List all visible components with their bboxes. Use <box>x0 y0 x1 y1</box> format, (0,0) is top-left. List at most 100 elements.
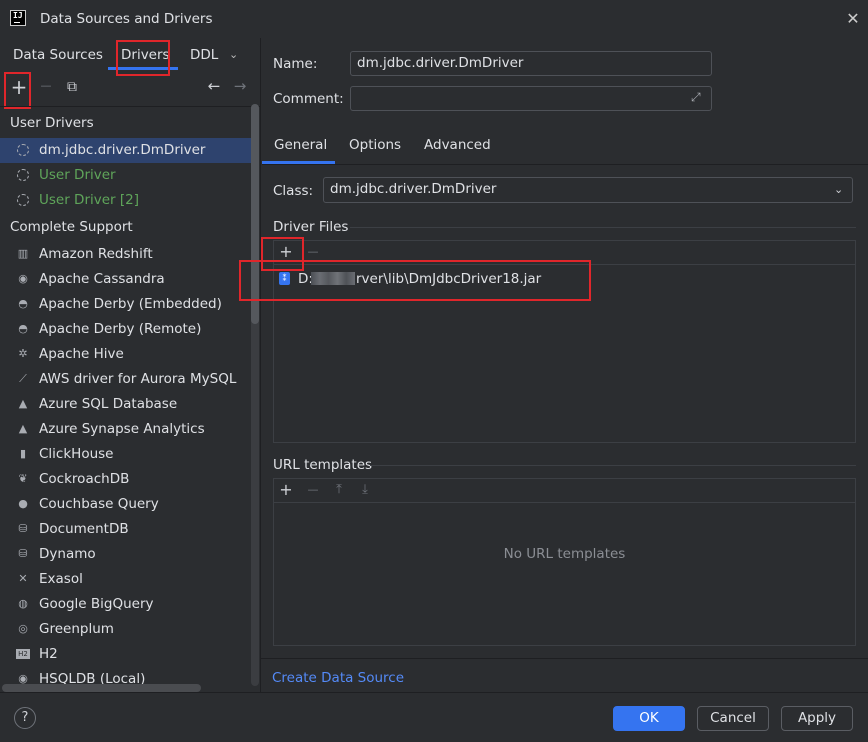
exasol-x-icon: ✕ <box>18 572 28 585</box>
driver-label: Couchbase Query <box>39 496 159 512</box>
tabs-divider <box>262 164 868 165</box>
tab-data-sources[interactable]: Data Sources <box>13 47 103 65</box>
driver-row[interactable]: ◓ Apache Derby (Embedded) <box>0 292 258 317</box>
create-data-source-link[interactable]: Create Data Source <box>272 670 404 686</box>
driver-row-dm-jdbc[interactable]: dm.jdbc.driver.DmDriver <box>0 138 258 163</box>
comment-field[interactable] <box>350 86 712 111</box>
app-logo-icon: IJ <box>10 10 26 26</box>
section-user-drivers: User Drivers <box>10 115 94 131</box>
window-title: Data Sources and Drivers <box>40 11 213 27</box>
panel-divider[interactable] <box>260 38 261 692</box>
section-divider <box>350 227 856 228</box>
chevron-down-icon[interactable]: ⌄ <box>229 48 238 61</box>
highlight-box-add-button <box>4 72 31 109</box>
driver-row[interactable]: ▮ ClickHouse <box>0 442 258 467</box>
driver-row[interactable]: ✕ Exasol <box>0 567 258 592</box>
cancel-button[interactable]: Cancel <box>697 706 769 731</box>
class-select[interactable]: dm.jdbc.driver.DmDriver <box>323 177 853 203</box>
driver-label: Apache Hive <box>39 346 124 362</box>
driver-row-user-driver[interactable]: User Driver <box>0 163 258 188</box>
derby-hat-icon: ◓ <box>18 322 28 335</box>
driver-row[interactable]: ● Couchbase Query <box>0 492 258 517</box>
add-url-template-button[interactable]: + <box>278 482 294 498</box>
cassandra-eye-icon: ◉ <box>18 272 28 285</box>
driver-row[interactable]: ◎ Greenplum <box>0 617 258 642</box>
user-driver-icon <box>17 144 29 156</box>
documentdb-cylinder-icon: ⛁ <box>18 522 28 535</box>
driver-row[interactable]: ▲ Azure SQL Database <box>0 392 258 417</box>
aurora-mysql-icon: ⟋ <box>19 372 27 385</box>
url-templates-empty-text: No URL templates <box>503 546 626 562</box>
azure-icon: ▲ <box>18 422 28 435</box>
move-down-icon[interactable]: ⤓ <box>357 482 373 498</box>
highlight-box-drivers-tab <box>116 40 170 76</box>
name-field[interactable]: dm.jdbc.driver.DmDriver <box>350 51 712 76</box>
driver-label: Greenplum <box>39 621 114 637</box>
driver-row[interactable]: ✲ Apache Hive <box>0 342 258 367</box>
copy-driver-button[interactable]: ⧉ <box>64 78 80 96</box>
driver-label: DocumentDB <box>39 521 129 537</box>
move-up-icon[interactable]: ⤒ <box>331 482 347 498</box>
redshift-icon: ▥ <box>17 247 29 260</box>
driver-row[interactable]: ▲ Azure Synapse Analytics <box>0 417 258 442</box>
comment-label: Comment: <box>273 91 344 107</box>
tab-advanced[interactable]: Advanced <box>424 137 491 153</box>
tab-ddl[interactable]: DDL <box>190 47 218 65</box>
user-driver-icon <box>17 169 29 181</box>
section-divider <box>370 465 856 466</box>
name-label: Name: <box>273 56 318 72</box>
driver-label: CockroachDB <box>39 471 130 487</box>
help-button[interactable]: ? <box>14 707 36 729</box>
driver-label: ClickHouse <box>39 446 114 462</box>
back-arrow-icon[interactable]: ← <box>205 77 223 95</box>
tab-options[interactable]: Options <box>349 137 401 153</box>
driver-label: dm.jdbc.driver.DmDriver <box>39 142 206 158</box>
driver-row[interactable]: ▥ Amazon Redshift <box>0 242 258 267</box>
dynamo-icon: ⛁ <box>18 547 28 560</box>
section-divider <box>261 658 868 659</box>
hive-bee-icon: ✲ <box>18 347 28 360</box>
chevron-down-icon[interactable]: ⌄ <box>834 183 843 196</box>
driver-label: Apache Cassandra <box>39 271 165 287</box>
derby-hat-icon: ◓ <box>18 297 28 310</box>
remove-driver-button[interactable]: — <box>38 77 54 95</box>
remove-url-template-button[interactable]: — <box>305 482 321 498</box>
class-label: Class: <box>273 183 314 199</box>
tab-general[interactable]: General <box>274 137 327 153</box>
driver-label: Apache Derby (Remote) <box>39 321 202 337</box>
driver-row-user-driver-2[interactable]: User Driver [2] <box>0 188 258 213</box>
cockroach-icon: ❦ <box>18 472 28 485</box>
driver-label: Apache Derby (Embedded) <box>39 296 222 312</box>
toolbar-divider <box>274 502 855 503</box>
driver-label: H2 <box>39 646 58 662</box>
driver-row[interactable]: ◉ Apache Cassandra <box>0 267 258 292</box>
driver-row[interactable]: ⛁ Dynamo <box>0 542 258 567</box>
expand-icon[interactable]: ⤢ <box>691 90 701 105</box>
ok-button[interactable]: OK <box>613 706 685 731</box>
driver-row[interactable]: ❦ CockroachDB <box>0 467 258 492</box>
driver-row[interactable]: ⟋ AWS driver for Aurora MySQL <box>0 367 258 392</box>
toolbar-divider <box>0 106 260 107</box>
url-templates-panel <box>273 478 856 646</box>
apply-button[interactable]: Apply <box>781 706 853 731</box>
bigquery-icon: ◍ <box>18 597 28 610</box>
user-driver-icon <box>17 194 29 206</box>
driver-label: Exasol <box>39 571 83 587</box>
close-icon[interactable]: ✕ <box>843 9 863 29</box>
forward-arrow-icon[interactable]: → <box>231 77 249 95</box>
driver-row[interactable]: ⛁ DocumentDB <box>0 517 258 542</box>
driver-label: Amazon Redshift <box>39 246 153 262</box>
driver-label: Dynamo <box>39 546 96 562</box>
driver-label: Azure SQL Database <box>39 396 178 412</box>
driver-row[interactable]: ◓ Apache Derby (Remote) <box>0 317 258 342</box>
url-templates-heading: URL templates <box>273 457 373 473</box>
driver-label: Google BigQuery <box>39 596 154 612</box>
couchbase-icon: ● <box>18 497 28 510</box>
driver-label: User Driver [2] <box>39 192 140 208</box>
horizontal-scrollbar[interactable] <box>2 684 201 692</box>
azure-icon: ▲ <box>18 397 28 410</box>
driver-row[interactable]: ◍ Google BigQuery <box>0 592 258 617</box>
driver-row[interactable]: H2 H2 <box>0 642 258 667</box>
driver-label: Azure Synapse Analytics <box>39 421 205 437</box>
remove-driver-file-button[interactable]: — <box>305 244 321 260</box>
